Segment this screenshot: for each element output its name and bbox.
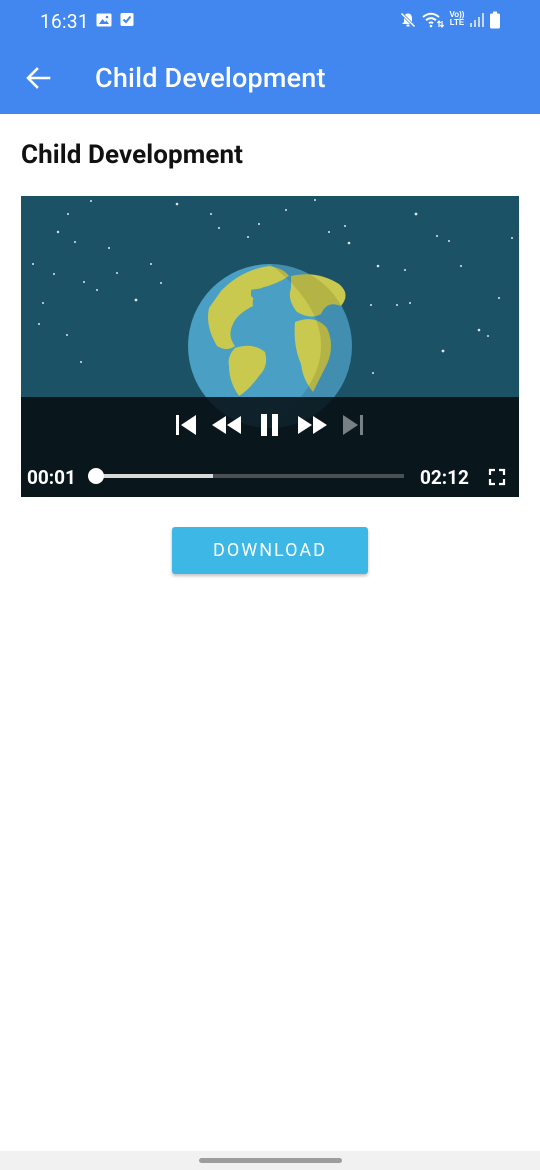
- download-button[interactable]: DOWNLOAD: [172, 527, 368, 574]
- image-notification-icon: [96, 13, 112, 27]
- skip-previous-icon[interactable]: [174, 411, 198, 439]
- volte-icon: Vo)) LTE: [447, 11, 467, 27]
- duration: 02:12: [420, 466, 469, 489]
- volte-text: Vo)) LTE: [449, 10, 465, 27]
- pause-icon[interactable]: [258, 411, 282, 439]
- signal-icon: [470, 13, 484, 27]
- status-time: 16:31: [40, 10, 89, 33]
- seek-thumb[interactable]: [88, 468, 104, 484]
- checkbox-notification-icon: [120, 13, 134, 26]
- mute-icon: [400, 12, 416, 28]
- app-bar: 16:31 Vo)) LTE Child Development: [0, 0, 540, 114]
- skip-next-icon[interactable]: [341, 411, 365, 439]
- back-button[interactable]: [18, 58, 58, 98]
- current-time: 00:01: [27, 466, 76, 489]
- rewind-icon[interactable]: [210, 411, 244, 439]
- status-bar: 16:31 Vo)) LTE: [0, 0, 540, 44]
- seek-bar[interactable]: [88, 468, 404, 484]
- video-player[interactable]: 00:01 02:12: [21, 196, 519, 497]
- fast-forward-icon[interactable]: [295, 411, 329, 439]
- page-heading: Child Development: [21, 140, 244, 170]
- seek-buffered: [96, 474, 214, 478]
- wifi-icon: [422, 12, 444, 28]
- fullscreen-icon[interactable]: [488, 468, 506, 486]
- arrow-left-icon: [26, 67, 51, 89]
- app-bar-title: Child Development: [95, 62, 326, 94]
- home-handle[interactable]: [199, 1158, 342, 1163]
- navigation-bar: [0, 1151, 540, 1170]
- battery-icon: [490, 11, 500, 29]
